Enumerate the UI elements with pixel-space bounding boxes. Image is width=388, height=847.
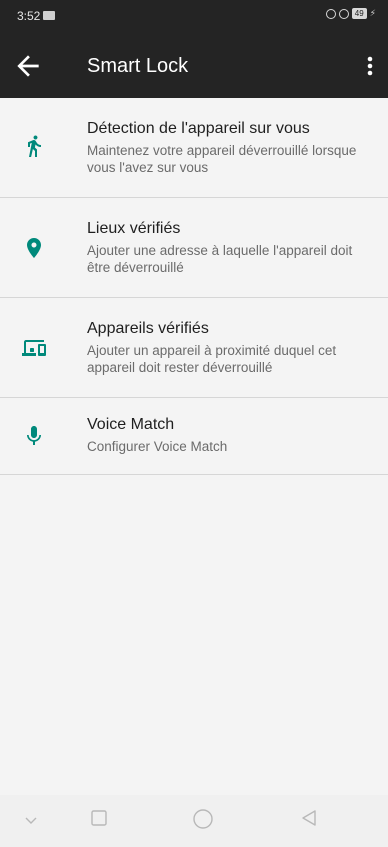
list-item-subtitle: Maintenez votre appareil déverrouillé lo…: [87, 143, 357, 175]
app-bar: Smart Lock: [0, 34, 388, 98]
navigation-bar: [0, 795, 388, 847]
list-item-voice-match[interactable]: Voice Match Configurer Voice Match: [0, 397, 388, 475]
list-item-title: Appareils vérifiés: [87, 320, 209, 337]
location-pin-icon: [27, 238, 41, 258]
page-title: Smart Lock: [87, 55, 189, 77]
list-item-trusted-devices[interactable]: Appareils vérifiés Ajouter un appareil à…: [0, 297, 388, 397]
status-icons: 49 ⚡: [325, 8, 376, 19]
nav-recents-icon[interactable]: [90, 809, 108, 827]
status-bar: 3:52 49 ⚡: [0, 0, 388, 34]
settings-list: Détection de l'appareil sur vous Mainten…: [0, 98, 388, 475]
list-item-title: Détection de l'appareil sur vous: [87, 120, 310, 137]
data-saver-icon: [325, 8, 336, 19]
list-item-text: Détection de l'appareil sur vous Mainten…: [87, 120, 372, 176]
notification-icon: [43, 11, 55, 20]
more-options-icon[interactable]: [358, 50, 382, 82]
battery-icon: 49: [351, 8, 367, 19]
list-item-on-body-detection[interactable]: Détection de l'appareil sur vous Mainten…: [0, 98, 388, 197]
list-item-text: Lieux vérifiés Ajouter une adresse à laq…: [87, 220, 372, 276]
list-item-title: Voice Match: [87, 416, 175, 433]
status-time: 3:52: [17, 9, 41, 23]
list-item-trusted-places[interactable]: Lieux vérifiés Ajouter une adresse à laq…: [0, 197, 388, 297]
list-item-subtitle: Ajouter un appareil à proximité duquel c…: [87, 343, 337, 375]
charging-icon: ⚡: [369, 8, 376, 18]
list-item-subtitle: Ajouter une adresse à laquelle l'apparei…: [87, 243, 353, 275]
microphone-icon: [27, 426, 41, 445]
list-item-text: Voice Match Configurer Voice Match: [87, 416, 372, 455]
list-item-title: Lieux vérifiés: [87, 220, 181, 237]
back-arrow-icon[interactable]: [12, 50, 44, 82]
nav-back-icon[interactable]: [300, 809, 318, 827]
list-item-subtitle: Configurer Voice Match: [87, 439, 228, 454]
walking-person-icon: [28, 135, 41, 157]
nav-home-icon[interactable]: [192, 808, 214, 830]
alarm-icon: [338, 8, 349, 19]
devices-icon: [22, 340, 46, 356]
list-item-text: Appareils vérifiés Ajouter un appareil à…: [87, 320, 372, 376]
nav-hide-chevron-icon[interactable]: [24, 815, 38, 825]
